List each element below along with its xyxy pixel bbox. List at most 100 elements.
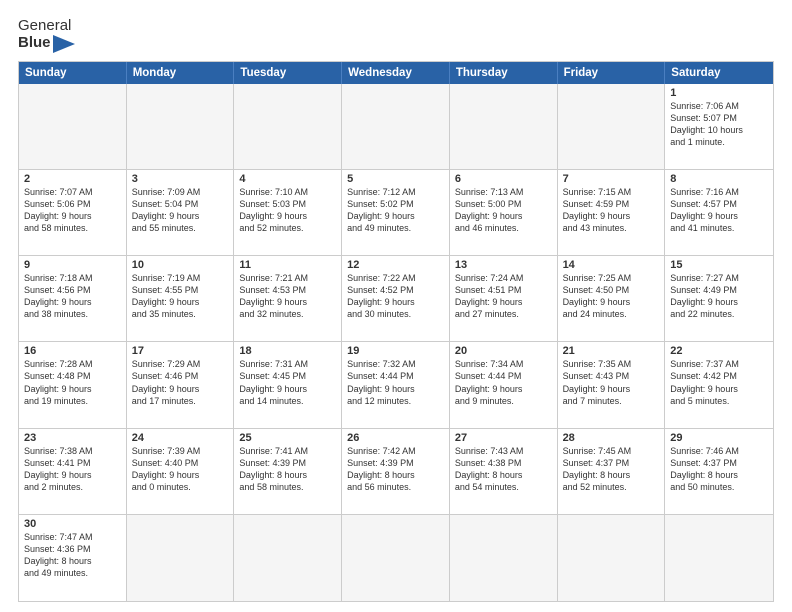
calendar-day-28: 28Sunrise: 7:45 AM Sunset: 4:37 PM Dayli… <box>558 429 666 515</box>
day-header-saturday: Saturday <box>665 62 773 84</box>
day-sun-info: Sunrise: 7:43 AM Sunset: 4:38 PM Dayligh… <box>455 445 552 494</box>
day-sun-info: Sunrise: 7:37 AM Sunset: 4:42 PM Dayligh… <box>670 358 768 407</box>
day-sun-info: Sunrise: 7:38 AM Sunset: 4:41 PM Dayligh… <box>24 445 121 494</box>
calendar-day-12: 12Sunrise: 7:22 AM Sunset: 4:52 PM Dayli… <box>342 256 450 342</box>
day-number: 10 <box>132 259 229 271</box>
calendar-day-7: 7Sunrise: 7:15 AM Sunset: 4:59 PM Daylig… <box>558 170 666 256</box>
day-header-thursday: Thursday <box>450 62 558 84</box>
day-sun-info: Sunrise: 7:25 AM Sunset: 4:50 PM Dayligh… <box>563 272 660 321</box>
day-number: 3 <box>132 173 229 185</box>
day-sun-info: Sunrise: 7:45 AM Sunset: 4:37 PM Dayligh… <box>563 445 660 494</box>
day-sun-info: Sunrise: 7:28 AM Sunset: 4:48 PM Dayligh… <box>24 358 121 407</box>
calendar-day-1: 1Sunrise: 7:06 AM Sunset: 5:07 PM Daylig… <box>665 84 773 170</box>
day-sun-info: Sunrise: 7:19 AM Sunset: 4:55 PM Dayligh… <box>132 272 229 321</box>
day-number: 17 <box>132 345 229 357</box>
day-sun-info: Sunrise: 7:32 AM Sunset: 4:44 PM Dayligh… <box>347 358 444 407</box>
day-number: 8 <box>670 173 768 185</box>
logo-triangle-icon <box>53 35 75 53</box>
day-number: 30 <box>24 518 121 530</box>
calendar-day-17: 17Sunrise: 7:29 AM Sunset: 4:46 PM Dayli… <box>127 342 235 428</box>
day-sun-info: Sunrise: 7:35 AM Sunset: 4:43 PM Dayligh… <box>563 358 660 407</box>
logo: General Blue <box>18 18 75 53</box>
day-number: 11 <box>239 259 336 271</box>
calendar-day-11: 11Sunrise: 7:21 AM Sunset: 4:53 PM Dayli… <box>234 256 342 342</box>
calendar-empty-cell <box>234 84 342 170</box>
calendar-day-13: 13Sunrise: 7:24 AM Sunset: 4:51 PM Dayli… <box>450 256 558 342</box>
day-number: 2 <box>24 173 121 185</box>
day-number: 14 <box>563 259 660 271</box>
calendar-day-6: 6Sunrise: 7:13 AM Sunset: 5:00 PM Daylig… <box>450 170 558 256</box>
calendar-day-15: 15Sunrise: 7:27 AM Sunset: 4:49 PM Dayli… <box>665 256 773 342</box>
logo-wordmark: General Blue <box>18 18 75 53</box>
calendar-empty-cell <box>127 84 235 170</box>
calendar-empty-cell <box>558 515 666 601</box>
calendar-empty-cell <box>450 84 558 170</box>
day-sun-info: Sunrise: 7:29 AM Sunset: 4:46 PM Dayligh… <box>132 358 229 407</box>
day-sun-info: Sunrise: 7:21 AM Sunset: 4:53 PM Dayligh… <box>239 272 336 321</box>
day-number: 27 <box>455 432 552 444</box>
day-number: 18 <box>239 345 336 357</box>
day-sun-info: Sunrise: 7:15 AM Sunset: 4:59 PM Dayligh… <box>563 186 660 235</box>
day-number: 9 <box>24 259 121 271</box>
calendar-day-4: 4Sunrise: 7:10 AM Sunset: 5:03 PM Daylig… <box>234 170 342 256</box>
day-sun-info: Sunrise: 7:16 AM Sunset: 4:57 PM Dayligh… <box>670 186 768 235</box>
day-number: 7 <box>563 173 660 185</box>
day-number: 13 <box>455 259 552 271</box>
calendar-day-5: 5Sunrise: 7:12 AM Sunset: 5:02 PM Daylig… <box>342 170 450 256</box>
day-sun-info: Sunrise: 7:22 AM Sunset: 4:52 PM Dayligh… <box>347 272 444 321</box>
calendar-day-8: 8Sunrise: 7:16 AM Sunset: 4:57 PM Daylig… <box>665 170 773 256</box>
calendar: SundayMondayTuesdayWednesdayThursdayFrid… <box>18 61 774 603</box>
calendar-empty-cell <box>234 515 342 601</box>
calendar-day-18: 18Sunrise: 7:31 AM Sunset: 4:45 PM Dayli… <box>234 342 342 428</box>
day-sun-info: Sunrise: 7:24 AM Sunset: 4:51 PM Dayligh… <box>455 272 552 321</box>
day-sun-info: Sunrise: 7:12 AM Sunset: 5:02 PM Dayligh… <box>347 186 444 235</box>
day-sun-info: Sunrise: 7:46 AM Sunset: 4:37 PM Dayligh… <box>670 445 768 494</box>
calendar-day-10: 10Sunrise: 7:19 AM Sunset: 4:55 PM Dayli… <box>127 256 235 342</box>
day-number: 15 <box>670 259 768 271</box>
day-number: 16 <box>24 345 121 357</box>
calendar-day-14: 14Sunrise: 7:25 AM Sunset: 4:50 PM Dayli… <box>558 256 666 342</box>
calendar-empty-cell <box>558 84 666 170</box>
day-sun-info: Sunrise: 7:07 AM Sunset: 5:06 PM Dayligh… <box>24 186 121 235</box>
day-number: 25 <box>239 432 336 444</box>
day-number: 21 <box>563 345 660 357</box>
day-sun-info: Sunrise: 7:47 AM Sunset: 4:36 PM Dayligh… <box>24 531 121 580</box>
day-sun-info: Sunrise: 7:34 AM Sunset: 4:44 PM Dayligh… <box>455 358 552 407</box>
day-number: 20 <box>455 345 552 357</box>
day-number: 5 <box>347 173 444 185</box>
day-sun-info: Sunrise: 7:31 AM Sunset: 4:45 PM Dayligh… <box>239 358 336 407</box>
day-number: 24 <box>132 432 229 444</box>
calendar-day-23: 23Sunrise: 7:38 AM Sunset: 4:41 PM Dayli… <box>19 429 127 515</box>
page-header: General Blue <box>18 18 774 53</box>
day-sun-info: Sunrise: 7:06 AM Sunset: 5:07 PM Dayligh… <box>670 100 768 149</box>
calendar-day-26: 26Sunrise: 7:42 AM Sunset: 4:39 PM Dayli… <box>342 429 450 515</box>
day-number: 4 <box>239 173 336 185</box>
calendar-day-29: 29Sunrise: 7:46 AM Sunset: 4:37 PM Dayli… <box>665 429 773 515</box>
calendar-empty-cell <box>127 515 235 601</box>
calendar-empty-cell <box>450 515 558 601</box>
day-sun-info: Sunrise: 7:09 AM Sunset: 5:04 PM Dayligh… <box>132 186 229 235</box>
day-sun-info: Sunrise: 7:42 AM Sunset: 4:39 PM Dayligh… <box>347 445 444 494</box>
day-sun-info: Sunrise: 7:13 AM Sunset: 5:00 PM Dayligh… <box>455 186 552 235</box>
day-sun-info: Sunrise: 7:39 AM Sunset: 4:40 PM Dayligh… <box>132 445 229 494</box>
day-number: 28 <box>563 432 660 444</box>
day-number: 12 <box>347 259 444 271</box>
calendar-empty-cell <box>665 515 773 601</box>
day-header-friday: Friday <box>558 62 666 84</box>
day-sun-info: Sunrise: 7:18 AM Sunset: 4:56 PM Dayligh… <box>24 272 121 321</box>
calendar-day-16: 16Sunrise: 7:28 AM Sunset: 4:48 PM Dayli… <box>19 342 127 428</box>
calendar-day-30: 30Sunrise: 7:47 AM Sunset: 4:36 PM Dayli… <box>19 515 127 601</box>
calendar-day-20: 20Sunrise: 7:34 AM Sunset: 4:44 PM Dayli… <box>450 342 558 428</box>
day-number: 26 <box>347 432 444 444</box>
day-sun-info: Sunrise: 7:41 AM Sunset: 4:39 PM Dayligh… <box>239 445 336 494</box>
day-header-tuesday: Tuesday <box>234 62 342 84</box>
day-number: 23 <box>24 432 121 444</box>
day-number: 22 <box>670 345 768 357</box>
day-headers-row: SundayMondayTuesdayWednesdayThursdayFrid… <box>19 62 773 84</box>
day-number: 1 <box>670 87 768 99</box>
calendar-empty-cell <box>342 515 450 601</box>
calendar-day-22: 22Sunrise: 7:37 AM Sunset: 4:42 PM Dayli… <box>665 342 773 428</box>
calendar-day-2: 2Sunrise: 7:07 AM Sunset: 5:06 PM Daylig… <box>19 170 127 256</box>
day-header-wednesday: Wednesday <box>342 62 450 84</box>
calendar-day-21: 21Sunrise: 7:35 AM Sunset: 4:43 PM Dayli… <box>558 342 666 428</box>
